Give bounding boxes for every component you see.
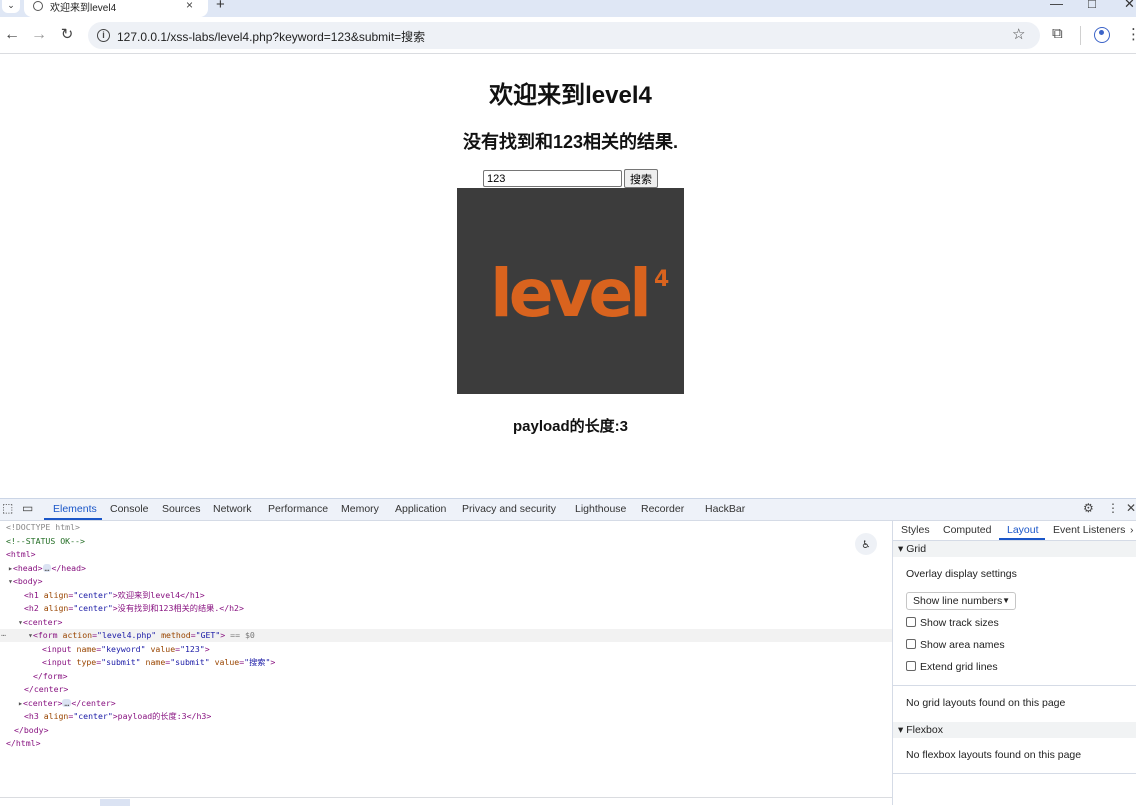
- flexbox-section-header[interactable]: ▾ Flexbox: [893, 722, 1136, 738]
- browser-tab[interactable]: 欢迎来到level4 ×: [24, 0, 208, 17]
- new-tab-button[interactable]: +: [216, 0, 225, 13]
- devtools-tab-performance[interactable]: Performance: [268, 503, 328, 515]
- favicon-globe-icon: [33, 1, 43, 11]
- dom-node-comment[interactable]: <!--STATUS OK-->: [0, 535, 892, 548]
- devtools-tab-network[interactable]: Network: [213, 503, 252, 515]
- tab-close-icon[interactable]: ×: [186, 0, 193, 12]
- sidebar-tab-layout[interactable]: Layout: [1007, 524, 1039, 536]
- url-text[interactable]: 127.0.0.1/xss-labs/level4.php?keyword=12…: [117, 28, 425, 45]
- line-numbers-select[interactable]: Show line numbers ▼: [906, 592, 1016, 610]
- search-result-message: 没有找到和123相关的结果.: [462, 132, 679, 152]
- devtools-sidebar: Styles Computed Layout Event Listeners ›…: [892, 521, 1136, 805]
- back-arrow-icon[interactable]: ←: [2, 25, 22, 45]
- profile-avatar-icon[interactable]: [1094, 27, 1110, 43]
- sidebar-divider: [893, 685, 1136, 686]
- devtools-tabbar: ⬚ ▭ Elements Console Sources Network Per…: [0, 499, 1136, 521]
- level4-logo-graphic: level 4: [490, 255, 669, 332]
- accessibility-tree-icon[interactable]: ♿: [855, 533, 877, 555]
- dom-node-h2[interactable]: <h2 align="center">没有找到和123相关的结果.</h2>: [0, 602, 892, 615]
- devtools-tab-application[interactable]: Application: [395, 503, 446, 515]
- tab-title: 欢迎来到level4: [50, 3, 117, 14]
- dom-node-input-submit[interactable]: <input type="submit" name="submit" value…: [0, 656, 892, 669]
- sidebar-tab-event-listeners[interactable]: Event Listeners: [1053, 524, 1125, 536]
- tab-search-chevron-icon[interactable]: ⌄: [2, 0, 20, 13]
- tab-strip: ⌄ 欢迎来到level4 × + — □ ✕: [0, 0, 1136, 17]
- site-info-icon[interactable]: i: [97, 29, 110, 42]
- dom-node-html-close[interactable]: </html>: [0, 737, 892, 750]
- dom-node-center-close[interactable]: </center>: [0, 683, 892, 696]
- reload-icon[interactable]: ↻: [57, 25, 77, 45]
- dom-node-form-close[interactable]: </form>: [0, 670, 892, 683]
- sidebar-tabbar: Styles Computed Layout Event Listeners ›: [893, 521, 1136, 541]
- grid-section-header[interactable]: ▾ Grid: [893, 541, 1136, 557]
- dom-node-h1[interactable]: <h1 align="center">欢迎来到level4</h1>: [0, 589, 892, 602]
- dom-node-form-selected[interactable]: ⋯ ▾<form action="level4.php" method="GET"…: [0, 629, 892, 642]
- overlay-settings-label: Overlay display settings: [906, 568, 1017, 580]
- window-minimize-icon[interactable]: —: [1050, 0, 1063, 11]
- sidebar-tab-computed[interactable]: Computed: [943, 524, 991, 536]
- dom-node-center-collapsed[interactable]: ▸<center>… </center>: [0, 697, 892, 710]
- logo-text: level: [490, 255, 648, 332]
- dom-node-doctype[interactable]: <!DOCTYPE html>: [0, 521, 892, 534]
- devtools-tab-console[interactable]: Console: [110, 503, 149, 515]
- keyword-input[interactable]: [483, 170, 622, 187]
- active-tab-indicator: [44, 518, 102, 520]
- devtools-more-icon[interactable]: ⋮: [1107, 501, 1119, 515]
- toolbar-divider: [1080, 26, 1081, 45]
- no-grid-message: No grid layouts found on this page: [906, 697, 1066, 709]
- devtools-tab-memory[interactable]: Memory: [341, 503, 379, 515]
- browser-toolbar: ← → ↻ i 127.0.0.1/xss-labs/level4.php?ke…: [0, 17, 1136, 54]
- devtools-tab-privacy[interactable]: Privacy and security: [462, 503, 556, 515]
- sidebar-active-indicator: [999, 538, 1045, 540]
- collapse-triangle-icon: ▾: [898, 543, 907, 555]
- dom-node-h3[interactable]: <h3 align="center">payload的长度:3</h3>: [0, 710, 892, 723]
- breadcrumb-selected-form[interactable]: [100, 799, 130, 806]
- payload-length-text: payload的长度:3: [512, 418, 629, 435]
- web-page: 欢迎来到level4 没有找到和123相关的结果. 搜索 level 4 pay…: [0, 55, 1136, 498]
- browser-menu-icon[interactable]: ⋮: [1126, 25, 1136, 43]
- device-toolbar-icon[interactable]: ▭: [22, 501, 33, 515]
- page-title: 欢迎来到level4: [489, 82, 652, 109]
- devtools-tab-hackbar[interactable]: HackBar: [705, 503, 745, 515]
- dom-node-head[interactable]: ▸<head>… </head>: [0, 562, 892, 575]
- dom-tree: <!DOCTYPE html> <!--STATUS OK--> <html> …: [0, 521, 892, 797]
- dom-node-center[interactable]: ▾<center>: [0, 616, 892, 629]
- devtools-tab-sources[interactable]: Sources: [162, 503, 201, 515]
- dom-node-body-close[interactable]: </body>: [0, 724, 892, 737]
- extensions-puzzle-icon[interactable]: ⧉: [1052, 25, 1063, 42]
- devtools-settings-gear-icon[interactable]: ⚙: [1083, 501, 1094, 515]
- sidebar-tab-styles[interactable]: Styles: [901, 524, 930, 536]
- logo-superscript: 4: [654, 267, 669, 292]
- window-close-icon[interactable]: ✕: [1124, 0, 1135, 12]
- devtools-tab-lighthouse[interactable]: Lighthouse: [575, 503, 626, 515]
- devtools-tab-recorder[interactable]: Recorder: [641, 503, 684, 515]
- dom-node-input-keyword[interactable]: <input name="keyword" value="123">: [0, 643, 892, 656]
- devtools-close-icon[interactable]: ✕: [1126, 501, 1136, 515]
- sidebar-more-chevron-icon[interactable]: ›: [1130, 524, 1134, 536]
- extend-grid-lines-checkbox[interactable]: Extend grid lines: [906, 661, 998, 675]
- dom-node-html[interactable]: <html>: [0, 548, 892, 561]
- show-area-names-checkbox[interactable]: Show area names: [906, 639, 1005, 653]
- inspect-element-icon[interactable]: ⬚: [2, 501, 13, 515]
- address-bar[interactable]: i 127.0.0.1/xss-labs/level4.php?keyword=…: [88, 22, 1040, 49]
- dom-node-body[interactable]: ▾<body>: [0, 575, 892, 588]
- no-flexbox-message: No flexbox layouts found on this page: [906, 749, 1082, 761]
- devtools-tab-elements[interactable]: Elements: [53, 503, 97, 515]
- show-track-sizes-checkbox[interactable]: Show track sizes: [906, 617, 999, 631]
- sidebar-divider: [893, 773, 1136, 774]
- search-submit-button[interactable]: 搜索: [624, 169, 658, 188]
- forward-arrow-icon[interactable]: →: [29, 25, 49, 45]
- bookmark-star-icon[interactable]: ☆: [1012, 25, 1025, 43]
- collapse-triangle-icon: ▾: [898, 724, 907, 736]
- devtools-panel: ⬚ ▭ Elements Console Sources Network Per…: [0, 498, 1136, 806]
- level4-logo-image: level 4: [457, 188, 684, 394]
- window-maximize-icon[interactable]: □: [1088, 0, 1096, 11]
- dropdown-arrow-icon: ▼: [1002, 596, 1010, 605]
